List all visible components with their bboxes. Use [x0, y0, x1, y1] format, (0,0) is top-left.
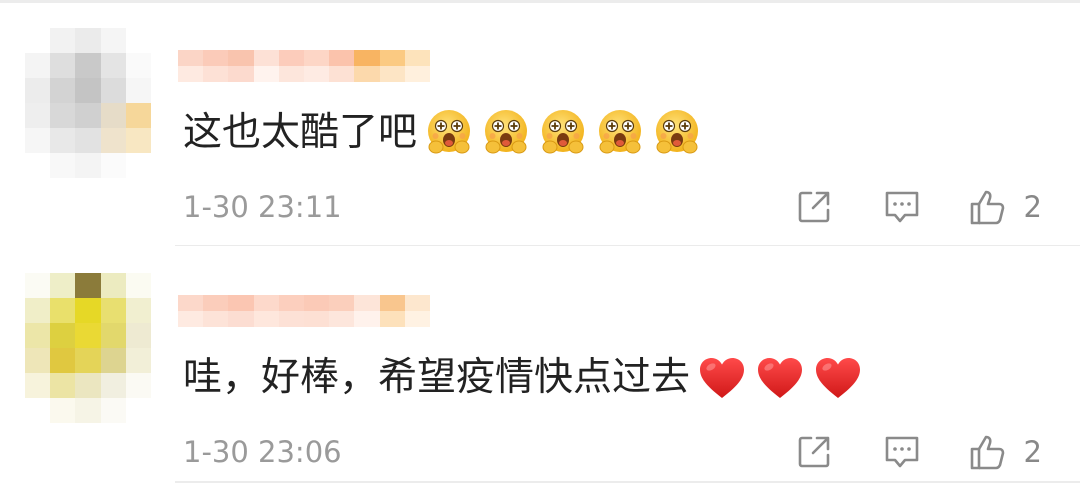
comment-item: 哇，好棒，希望疫情快点过去 1-30 23:06 2	[0, 248, 1080, 488]
share-button[interactable]	[793, 431, 835, 473]
like-button[interactable]	[966, 431, 1010, 473]
comment-timestamp: 1-30 23:11	[183, 190, 342, 224]
comment-divider	[175, 245, 1080, 246]
comment-icon	[883, 189, 921, 225]
hugging-face-emoji-icon	[539, 107, 587, 159]
thumbs-up-icon	[968, 432, 1008, 472]
red-heart-emoji-icon	[814, 356, 862, 400]
thumbs-up-icon	[968, 187, 1008, 227]
hugging-face-emoji-icon	[425, 107, 473, 159]
share-button[interactable]	[793, 186, 835, 228]
username-blurred[interactable]	[178, 50, 430, 82]
comment-text-line: 哇，好棒，希望疫情快点过去	[183, 348, 862, 408]
like-count: 2	[1023, 190, 1042, 224]
comment-actions: 2	[793, 186, 1042, 228]
emoji-row	[698, 356, 862, 400]
share-icon	[796, 189, 832, 225]
red-heart-emoji-icon	[698, 356, 746, 400]
avatar[interactable]	[25, 28, 151, 178]
comment-actions: 2	[793, 431, 1042, 473]
reply-button[interactable]	[881, 186, 923, 228]
hugging-face-emoji-icon	[482, 107, 530, 159]
comment-timestamp: 1-30 23:06	[183, 435, 342, 469]
comment-text-line: 这也太酷了吧	[183, 103, 701, 163]
emoji-row	[425, 107, 701, 159]
like-count: 2	[1023, 435, 1042, 469]
share-icon	[796, 434, 832, 470]
hugging-face-emoji-icon	[653, 107, 701, 159]
red-heart-emoji-icon	[756, 356, 804, 400]
comment-text: 哇，好棒，希望疫情快点过去	[183, 355, 691, 400]
comment-icon	[883, 434, 921, 470]
avatar[interactable]	[25, 273, 151, 423]
like-button[interactable]	[966, 186, 1010, 228]
reply-button[interactable]	[881, 431, 923, 473]
hugging-face-emoji-icon	[596, 107, 644, 159]
comment-text: 这也太酷了吧	[183, 110, 418, 155]
username-blurred[interactable]	[178, 295, 430, 327]
comment-item: 这也太酷了吧 1-30 23:11 2	[0, 3, 1080, 243]
